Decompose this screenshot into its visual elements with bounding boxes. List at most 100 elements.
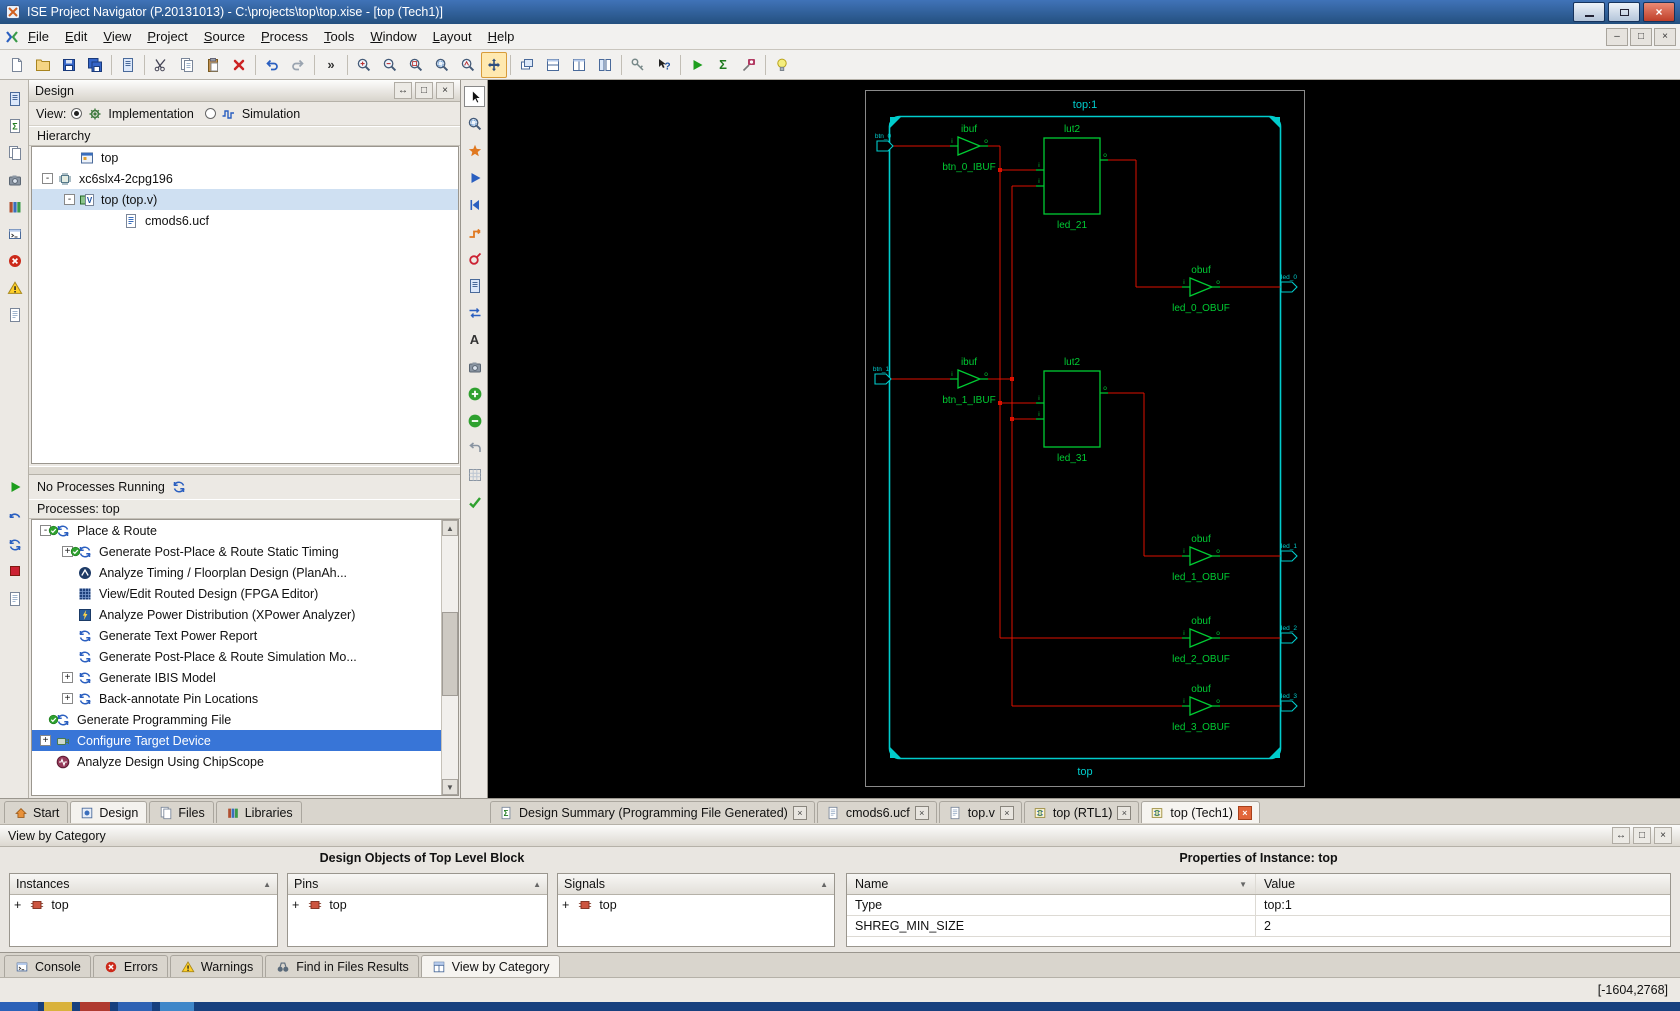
context-help-button[interactable]: ? — [651, 52, 677, 78]
run-check-tool-button[interactable] — [464, 167, 485, 188]
expander-icon[interactable]: - — [42, 173, 53, 184]
menu-project[interactable]: Project — [139, 26, 195, 47]
menu-view[interactable]: View — [95, 26, 139, 47]
port-led-0[interactable]: led_0 — [1280, 274, 1298, 293]
summary-view-button[interactable]: Σ — [4, 115, 25, 136]
tips-button[interactable] — [769, 52, 795, 78]
pins-list-item-top[interactable]: + top — [288, 895, 547, 915]
snapshot-tool-button[interactable] — [464, 356, 485, 377]
port-led-2[interactable]: led_2 — [1280, 625, 1298, 644]
mdi-close-button[interactable]: × — [1654, 27, 1676, 46]
panel-close-button[interactable]: × — [436, 82, 454, 99]
settings-key-button[interactable] — [625, 52, 651, 78]
zoom-out-tool-button[interactable] — [464, 410, 485, 431]
open-button[interactable] — [30, 52, 56, 78]
pan-button[interactable] — [481, 51, 507, 78]
rerun-process-button[interactable] — [4, 508, 25, 529]
component-led-0-obuf[interactable]: obuf led_0_OBUF i o — [1172, 265, 1230, 314]
process-item-analyze-design-using-chipscope[interactable]: Analyze Design Using ChipScope — [32, 751, 458, 772]
process-item-generate-text-power-report[interactable]: Generate Text Power Report — [32, 625, 458, 646]
port-led-1[interactable]: led_1 — [1280, 543, 1298, 562]
tab-warnings[interactable]: Warnings — [169, 955, 264, 977]
zoom-region-button[interactable] — [429, 52, 455, 78]
zoom-full-button[interactable] — [403, 52, 429, 78]
signals-list-item-top[interactable]: + top — [558, 895, 834, 915]
component-led-3-obuf[interactable]: obuf led_3_OBUF i o — [1172, 684, 1230, 733]
expander-icon[interactable]: + — [40, 735, 51, 746]
doc-tab-top-rtl1[interactable]: top (RTL1) × — [1023, 801, 1140, 823]
add-text-tool-button[interactable]: A — [464, 329, 485, 350]
tab-design[interactable]: Design — [70, 801, 148, 823]
hierarchy-item-cmods6-ucf[interactable]: cmods6.ucf — [32, 210, 458, 231]
doc-tab-top-tech1[interactable]: top (Tech1) × — [1141, 801, 1260, 823]
category-float-button[interactable]: □ — [1633, 827, 1651, 844]
menu-help[interactable]: Help — [480, 26, 523, 47]
check-tool-button[interactable] — [464, 491, 485, 512]
component-btn-0-ibuf[interactable]: ibuf btn_0_IBUF i o — [942, 124, 995, 173]
rerun-all-button[interactable] — [4, 534, 25, 555]
tab-libraries[interactable]: Libraries — [215, 801, 302, 823]
swap-view-tool-button[interactable] — [464, 302, 485, 323]
schematic-canvas[interactable]: top:1topibufbtn_0_IBUFi olut2led_21iioobu… — [488, 80, 1680, 798]
run-process-button[interactable] — [4, 476, 25, 497]
menu-file[interactable]: File — [20, 26, 57, 47]
doc-tab-cmods6-ucf[interactable]: cmods6.ucf × — [816, 801, 937, 823]
expander-icon[interactable]: + — [14, 898, 21, 912]
zoom-area-tool-button[interactable] — [464, 113, 485, 134]
menu-edit[interactable]: Edit — [57, 26, 95, 47]
component-led-31[interactable]: lut2 led_31 i i o — [1036, 357, 1108, 464]
expander-icon[interactable]: + — [292, 898, 299, 912]
category-undock-button[interactable]: ↔ — [1612, 827, 1630, 844]
run-button[interactable] — [684, 52, 710, 78]
panel-splitter[interactable] — [29, 466, 460, 475]
tab-view-by-category[interactable]: View by Category — [420, 955, 560, 977]
process-item-place-route[interactable]: - Place & Route — [32, 520, 458, 541]
close-tab-icon[interactable]: × — [1117, 805, 1132, 820]
arrange-windows-button[interactable] — [592, 52, 618, 78]
doc-tab-design-summary-programming-file-generated[interactable]: Σ Design Summary (Programming File Genera… — [490, 801, 815, 823]
process-tree-scrollbar[interactable]: ▲ ▼ — [441, 520, 458, 795]
simulation-radio[interactable] — [204, 108, 216, 119]
minimize-button[interactable] — [1573, 2, 1605, 22]
expander-icon[interactable]: + — [62, 693, 73, 704]
process-item-generate-post-place-route-static-timing[interactable]: + Generate Post-Place & Route Static Timi… — [32, 541, 458, 562]
probe-tool-button[interactable] — [464, 248, 485, 269]
menu-tools[interactable]: Tools — [316, 26, 362, 47]
doc-tab-top-v[interactable]: top.v × — [938, 801, 1022, 823]
save-button[interactable] — [56, 52, 82, 78]
process-item-generate-post-place-route-simulation-mo[interactable]: Generate Post-Place & Route Simulation M… — [32, 646, 458, 667]
snapshot-view-button[interactable] — [4, 169, 25, 190]
warnings-view-button[interactable] — [4, 277, 25, 298]
hierarchy-item-xc6slx4-2cpg196[interactable]: - xc6slx4-2cpg196 — [32, 168, 458, 189]
export-button[interactable] — [115, 52, 141, 78]
dropdown-icon[interactable]: ▼ — [1239, 880, 1247, 889]
expander-icon[interactable]: + — [62, 672, 73, 683]
undo-button[interactable] — [259, 52, 285, 78]
category-close-button[interactable]: × — [1654, 827, 1672, 844]
design-view-button[interactable] — [4, 88, 25, 109]
tile-horizontal-button[interactable] — [540, 52, 566, 78]
menu-source[interactable]: Source — [196, 26, 253, 47]
view-source-tool-button[interactable] — [464, 275, 485, 296]
save-all-button[interactable] — [82, 52, 108, 78]
zoom-in-button[interactable] — [351, 52, 377, 78]
mdi-minimize-button[interactable]: – — [1606, 27, 1628, 46]
schematic-viewport[interactable]: top:1 top ibuf btn_0_IBUF i o lut2 led_21 i i o obu… — [488, 80, 1680, 798]
process-item-analyze-power-distribution-xpower-analyzer[interactable]: Analyze Power Distribution (XPower Analy… — [32, 604, 458, 625]
copy-button[interactable] — [174, 52, 200, 78]
close-button[interactable]: × — [1643, 2, 1675, 22]
menu-process[interactable]: Process — [253, 26, 316, 47]
scroll-down-button[interactable]: ▼ — [442, 779, 458, 795]
process-item-generate-programming-file[interactable]: Generate Programming File — [32, 709, 458, 730]
windows-taskbar[interactable] — [0, 1002, 1680, 1011]
console-view-button[interactable] — [4, 223, 25, 244]
reports-view-button[interactable] — [4, 304, 25, 325]
maximize-button[interactable] — [1608, 2, 1640, 22]
trace-signal-tool-button[interactable] — [464, 140, 485, 161]
cascade-windows-button[interactable] — [514, 52, 540, 78]
property-row-type[interactable]: Type top:1 — [847, 895, 1670, 916]
port-led-3[interactable]: led_3 — [1280, 693, 1298, 712]
select-tool-button[interactable] — [464, 86, 485, 107]
expander-icon[interactable]: - — [64, 194, 75, 205]
component-led-2-obuf[interactable]: obuf led_2_OBUF i o — [1172, 616, 1230, 665]
